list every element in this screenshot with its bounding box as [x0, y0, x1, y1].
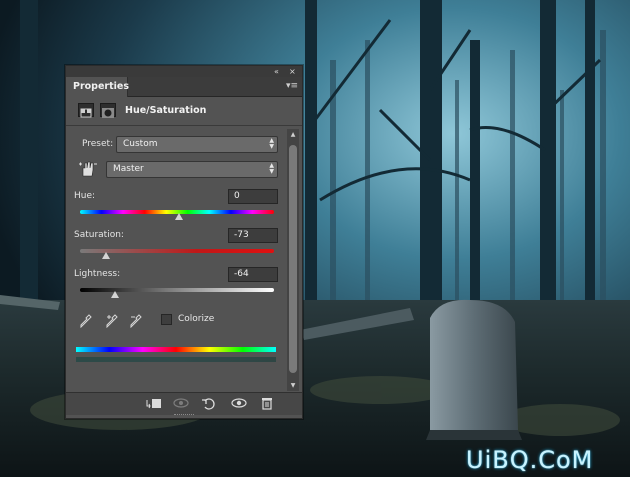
reset-icon[interactable] — [200, 396, 218, 412]
adjustment-title: Hue/Saturation — [125, 105, 207, 116]
properties-panel: « × Properties ▾≡ Hue/Saturation Preset:… — [65, 65, 303, 419]
visibility-eye-icon[interactable] — [230, 396, 248, 412]
targeted-adjustment-hand-icon[interactable] — [78, 160, 98, 178]
scroll-down-icon[interactable]: ▼ — [287, 380, 299, 391]
preset-value: Custom — [123, 139, 158, 149]
select-arrows-icon: ▲ ▼ — [269, 137, 274, 150]
scrollbar-thumb[interactable] — [289, 145, 297, 373]
hue-label: Hue: — [74, 191, 96, 201]
panel-scrollbar[interactable]: ▲ ▼ — [287, 129, 299, 391]
adjustment-layer-icon[interactable] — [78, 103, 94, 118]
scroll-up-icon[interactable]: ▲ — [287, 129, 299, 140]
adjustment-header: Hue/Saturation — [66, 97, 302, 126]
panel-title-strip — [66, 66, 302, 77]
panel-tab-row: Properties ▾≡ — [66, 77, 302, 97]
colorize-checkbox[interactable] — [161, 314, 172, 325]
lightness-slider-handle[interactable] — [110, 291, 119, 298]
panel-resize-grip[interactable] — [174, 414, 194, 418]
lightness-slider-track[interactable] — [80, 288, 274, 292]
input-color-bar — [76, 347, 276, 352]
preset-select[interactable]: Custom ▲ ▼ — [116, 136, 278, 153]
eyedropper-icon[interactable] — [80, 313, 92, 329]
saturation-value-field[interactable]: -73 — [228, 228, 278, 243]
lightness-value-field[interactable]: -64 — [228, 267, 278, 282]
view-previous-state-icon[interactable] — [172, 396, 190, 412]
hue-value-field[interactable]: 0 — [228, 189, 278, 204]
lightness-label: Lightness: — [74, 269, 121, 279]
colorize-label: Colorize — [178, 314, 215, 324]
preset-label: Preset: — [82, 139, 114, 149]
collapse-panel-button[interactable]: « — [274, 66, 279, 77]
tab-properties[interactable]: Properties — [66, 77, 129, 97]
select-arrows-icon: ▲ ▼ — [269, 162, 274, 175]
panel-bottom-bar — [66, 392, 302, 415]
saturation-slider-handle[interactable] — [102, 252, 111, 259]
output-color-bar — [76, 357, 276, 362]
clip-to-layer-icon[interactable] — [144, 396, 162, 412]
channel-select[interactable]: Master ▲ ▼ — [106, 161, 278, 178]
watermark-logo: UiBQ.CoM — [466, 446, 594, 474]
eyedropper-minus-icon[interactable] — [130, 313, 142, 329]
trash-icon[interactable] — [258, 396, 276, 412]
panel-menu-button[interactable]: ▾≡ — [286, 80, 298, 92]
layer-mask-icon[interactable] — [100, 103, 116, 118]
hue-slider-handle[interactable] — [174, 213, 183, 220]
saturation-label: Saturation: — [74, 230, 124, 240]
channel-value: Master — [113, 164, 144, 174]
eyedropper-plus-icon[interactable] — [106, 313, 118, 329]
close-panel-button[interactable]: × — [289, 66, 296, 77]
